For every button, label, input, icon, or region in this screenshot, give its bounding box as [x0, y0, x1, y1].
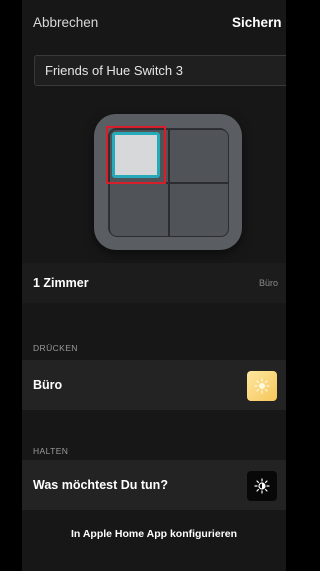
switch-config-screen: Abbrechen Sichern 1 Zimmer Büro DRÜCKEN … [22, 0, 286, 571]
save-button[interactable]: Sichern [232, 15, 282, 30]
scene-tile[interactable] [247, 371, 277, 401]
hold-section-header: HALTEN [33, 446, 69, 456]
press-action-row[interactable]: Büro [22, 360, 286, 410]
rooms-value: Büro [258, 278, 278, 288]
rooms-label: 1 Zimmer [33, 276, 89, 290]
nav-header: Abbrechen Sichern [22, 0, 286, 44]
switch-preview [22, 98, 286, 258]
selected-button-highlight[interactable] [106, 126, 166, 184]
homekit-config-link[interactable]: In Apple Home App konfigurieren [22, 528, 286, 540]
action-tile[interactable] [247, 471, 277, 501]
press-action-label: Büro [33, 378, 63, 392]
device-name-field[interactable] [34, 55, 286, 86]
rooms-row[interactable]: 1 Zimmer Büro [22, 263, 286, 303]
cancel-button[interactable]: Abbrechen [33, 15, 98, 30]
sun-icon [254, 378, 270, 394]
switch-button-bottom-left[interactable] [109, 183, 169, 237]
press-section-header: DRÜCKEN [33, 343, 78, 353]
device-name-input[interactable] [35, 56, 286, 85]
switch-button-top-right[interactable] [169, 129, 229, 183]
switch-button-bottom-right[interactable] [169, 183, 229, 237]
hold-action-label: Was möchtest Du tun? [33, 478, 168, 492]
hold-action-row[interactable]: Was möchtest Du tun? [22, 460, 286, 510]
brightness-icon [254, 478, 270, 494]
selected-switch-button[interactable] [112, 132, 160, 178]
